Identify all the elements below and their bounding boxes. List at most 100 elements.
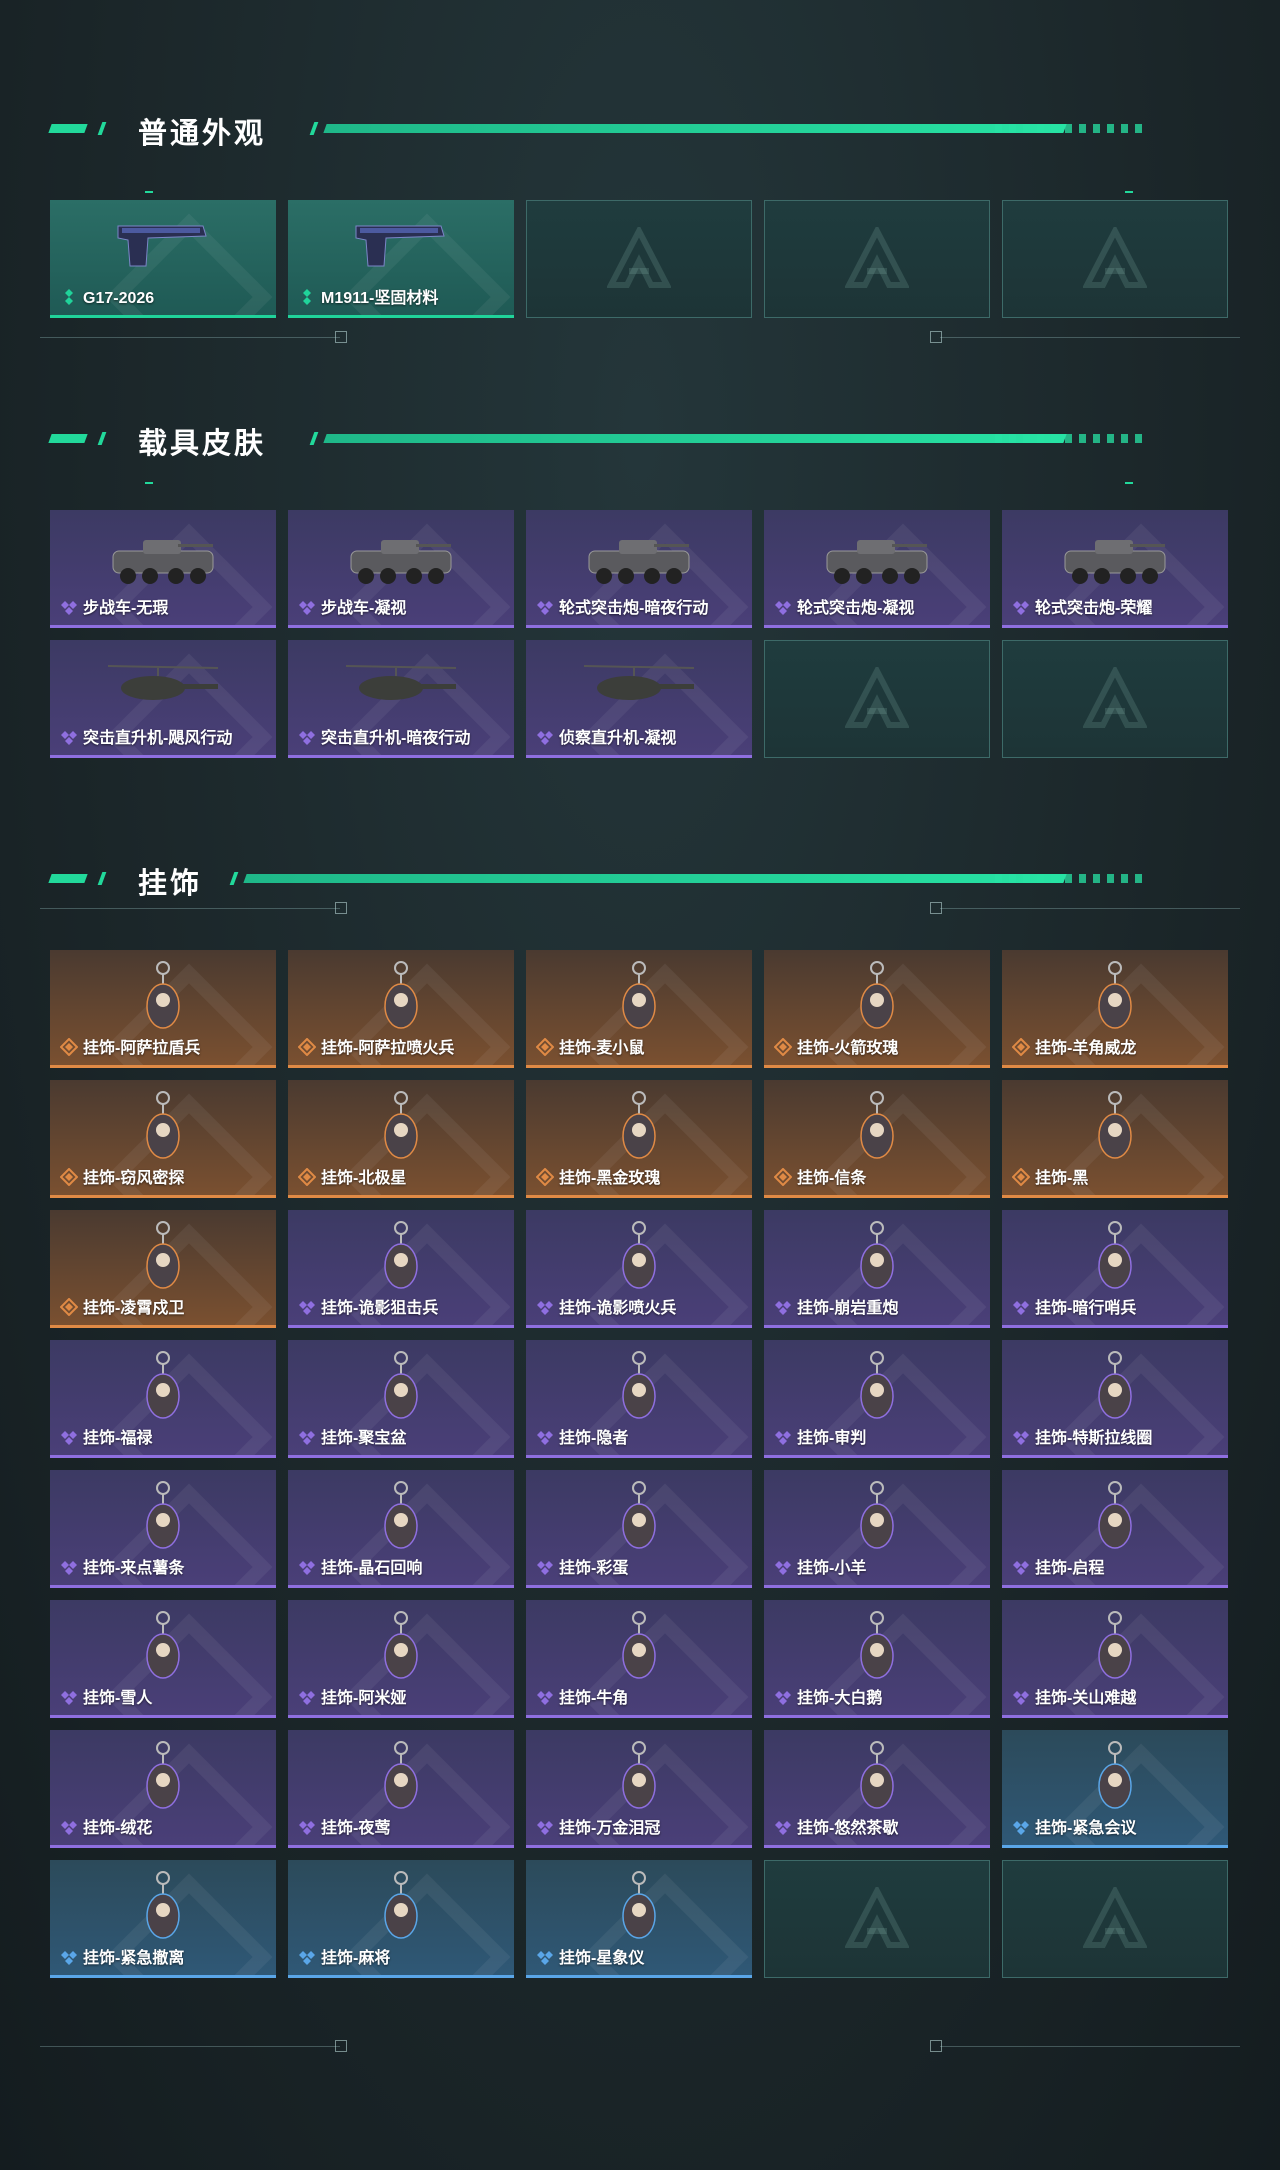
item-card[interactable]: 挂饰-信条	[764, 1080, 990, 1198]
item-label: 挂饰-关山难越	[1035, 1690, 1137, 1707]
header-line-tick	[309, 432, 319, 445]
item-card[interactable]: 挂饰-暗行哨兵	[1002, 1210, 1228, 1328]
item-card[interactable]: 挂饰-彩蛋	[526, 1470, 752, 1588]
item-card[interactable]: 挂饰-紧急撤离	[50, 1860, 276, 1978]
item-card[interactable]: 挂饰-火箭玫瑰	[764, 950, 990, 1068]
item-card[interactable]: 挂饰-关山难越	[1002, 1600, 1228, 1718]
placeholder-logo-icon	[606, 224, 672, 291]
rarity-icon	[59, 1037, 79, 1057]
item-card[interactable]: 挂饰-牛角	[526, 1600, 752, 1718]
vehicle-skins-grid: 步战车-无瑕 步战车-凝视 轮式突击炮-暗夜行动 轮式突击炮-凝视 轮式突击炮-荣耀突击…	[50, 510, 1228, 758]
section-header-charms: 挂饰	[48, 858, 1200, 900]
item-card[interactable]: 挂饰-福禄	[50, 1340, 276, 1458]
charm-icon	[764, 954, 990, 1038]
item-card[interactable]: 挂饰-诡影狙击兵	[288, 1210, 514, 1328]
charm-icon	[764, 1214, 990, 1298]
rarity-icon	[60, 598, 78, 616]
item-card[interactable]: 挂饰-星象仪	[526, 1860, 752, 1978]
item-card[interactable]: 挂饰-黑	[1002, 1080, 1228, 1198]
item-card[interactable]: 挂饰-大白鹅	[764, 1600, 990, 1718]
item-label: 挂饰-凌霄戍卫	[83, 1300, 185, 1317]
item-card[interactable]: 挂饰-小羊	[764, 1470, 990, 1588]
charm-icon	[50, 1474, 276, 1558]
item-card[interactable]: 挂饰-特斯拉线圈	[1002, 1340, 1228, 1458]
deco-tick	[1125, 191, 1133, 193]
deco-ruler	[40, 2046, 340, 2047]
pistol-icon	[50, 204, 276, 288]
rarity-icon	[1012, 1298, 1030, 1316]
item-card[interactable]: 挂饰-万金泪冠	[526, 1730, 752, 1848]
item-label: 挂饰-万金泪冠	[559, 1820, 661, 1837]
item-card[interactable]: 挂饰-隐者	[526, 1340, 752, 1458]
item-card[interactable]: 挂饰-雪人	[50, 1600, 276, 1718]
header-accent-tick	[97, 122, 107, 135]
item-card[interactable]: 挂饰-诡影喷火兵	[526, 1210, 752, 1328]
charm-icon	[50, 1864, 276, 1948]
item-card[interactable]: 突击直升机-飓风行动	[50, 640, 276, 758]
rarity-icon	[1011, 1037, 1031, 1057]
charm-icon	[1002, 954, 1228, 1038]
item-card[interactable]: 挂饰-悠然茶歇	[764, 1730, 990, 1848]
item-card[interactable]: 挂饰-审判	[764, 1340, 990, 1458]
item-card[interactable]: 挂饰-窃风密探	[50, 1080, 276, 1198]
item-card[interactable]: 突击直升机-暗夜行动	[288, 640, 514, 758]
item-card[interactable]: 挂饰-阿米娅	[288, 1600, 514, 1718]
header-accent-tick	[97, 432, 107, 445]
item-card[interactable]: 挂饰-阿萨拉盾兵	[50, 950, 276, 1068]
charm-icon	[1002, 1084, 1228, 1168]
charm-icon	[50, 1084, 276, 1168]
assault-vehicle-icon	[526, 514, 752, 598]
header-accent-tick	[97, 872, 107, 885]
deco-tick	[1125, 482, 1133, 484]
rarity-icon	[536, 1298, 554, 1316]
item-card[interactable]: 挂饰-夜莺	[288, 1730, 514, 1848]
rarity-icon	[535, 1037, 555, 1057]
item-card[interactable]: 轮式突击炮-荣耀	[1002, 510, 1228, 628]
rarity-icon	[60, 1948, 78, 1966]
charm-icon	[288, 1474, 514, 1558]
item-card[interactable]: 挂饰-羊角威龙	[1002, 950, 1228, 1068]
item-label: 挂饰-阿米娅	[321, 1690, 407, 1707]
item-card[interactable]: G17-2026	[50, 200, 276, 318]
deco-ruler	[940, 908, 1240, 909]
item-card[interactable]: 挂饰-麦小鼠	[526, 950, 752, 1068]
item-card[interactable]: 轮式突击炮-凝视	[764, 510, 990, 628]
rarity-icon	[297, 1167, 317, 1187]
rarity-icon	[536, 1818, 554, 1836]
item-card[interactable]: 步战车-凝视	[288, 510, 514, 628]
item-card[interactable]: 轮式突击炮-暗夜行动	[526, 510, 752, 628]
item-card[interactable]: 挂饰-绒花	[50, 1730, 276, 1848]
item-card[interactable]: 挂饰-聚宝盆	[288, 1340, 514, 1458]
item-card[interactable]: 挂饰-黑金玫瑰	[526, 1080, 752, 1198]
item-label: 挂饰-悠然茶歇	[797, 1820, 899, 1837]
item-card[interactable]: 挂饰-启程	[1002, 1470, 1228, 1588]
charm-icon	[764, 1084, 990, 1168]
empty-slot	[526, 200, 752, 318]
item-label: 挂饰-紧急会议	[1035, 1820, 1137, 1837]
item-card[interactable]: 挂饰-崩岩重炮	[764, 1210, 990, 1328]
item-card[interactable]: 挂饰-晶石回响	[288, 1470, 514, 1588]
helicopter-icon	[50, 644, 276, 728]
item-card[interactable]: 挂饰-紧急会议	[1002, 1730, 1228, 1848]
rarity-icon	[298, 288, 316, 306]
item-card[interactable]: 侦察直升机-凝视	[526, 640, 752, 758]
item-label: 挂饰-诡影狙击兵	[321, 1300, 439, 1317]
rarity-icon	[1012, 1428, 1030, 1446]
item-label: 挂饰-小羊	[797, 1560, 867, 1577]
item-card[interactable]: 挂饰-麻将	[288, 1860, 514, 1978]
rarity-icon	[1012, 1818, 1030, 1836]
charm-icon	[50, 1214, 276, 1298]
item-card[interactable]: 挂饰-凌霄戍卫	[50, 1210, 276, 1328]
item-label: 挂饰-福禄	[83, 1430, 153, 1447]
item-label: 挂饰-隐者	[559, 1430, 629, 1447]
item-card[interactable]: 挂饰-来点薯条	[50, 1470, 276, 1588]
helicopter-icon	[288, 644, 514, 728]
charm-icon	[526, 1344, 752, 1428]
item-label: 突击直升机-暗夜行动	[321, 730, 471, 747]
rarity-icon	[60, 1428, 78, 1446]
item-card[interactable]: 挂饰-北极星	[288, 1080, 514, 1198]
header-line	[323, 124, 1067, 133]
item-card[interactable]: 步战车-无瑕	[50, 510, 276, 628]
item-card[interactable]: 挂饰-阿萨拉喷火兵	[288, 950, 514, 1068]
item-card[interactable]: M1911-坚固材料	[288, 200, 514, 318]
